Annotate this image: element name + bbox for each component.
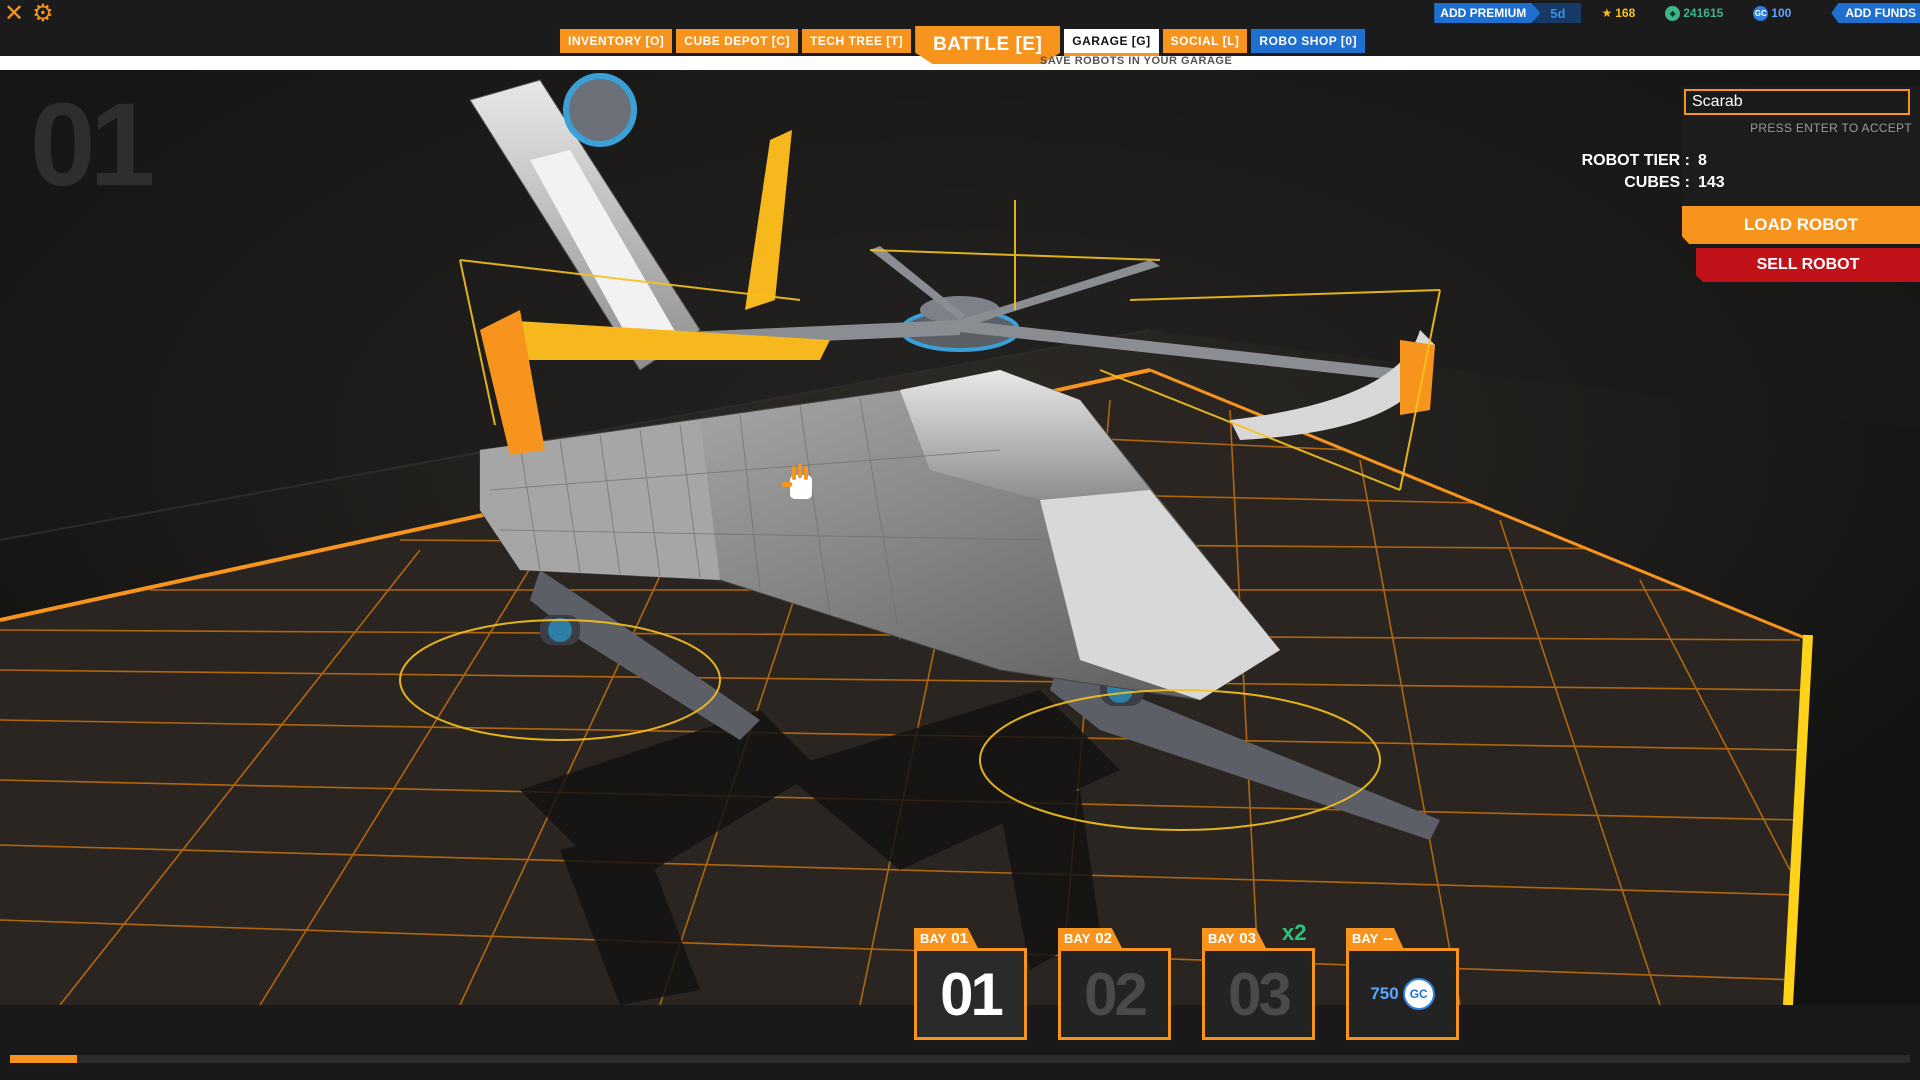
robot-tier-value: 8 — [1698, 152, 1707, 169]
bay-label-text: BAY — [1352, 930, 1379, 946]
bay-label: BAY 03 — [1202, 928, 1266, 948]
tab-inventory[interactable]: INVENTORY [O] — [560, 29, 673, 53]
progress-fill — [10, 1055, 77, 1063]
robot-cubes-label: CUBES : — [1624, 174, 1690, 191]
tab-cube-depot[interactable]: CUBE DEPOT [C] — [676, 29, 798, 53]
tab-garage[interactable]: GARAGE [G] — [1064, 29, 1159, 56]
add-funds-button[interactable]: ADD FUNDS — [1831, 3, 1920, 23]
credits-counter: ◆ 241615 — [1665, 5, 1724, 21]
close-icon[interactable]: ✕ — [4, 2, 24, 26]
bay-number: 01 — [940, 960, 1004, 1028]
robits-icon: ◆ — [1665, 5, 1681, 21]
tab-tech-tree[interactable]: TECH TREE [T] — [801, 29, 912, 53]
star-icon: ★ — [1601, 6, 1613, 20]
stars-value: 168 — [1615, 6, 1636, 20]
gear-icon[interactable]: ⚙ — [32, 2, 54, 26]
add-premium-button[interactable]: ADD PREMIUM — [1434, 3, 1541, 23]
sell-robot-button[interactable]: SELL ROBOT — [1696, 248, 1920, 282]
credits-value: 241615 — [1683, 6, 1724, 20]
load-robot-button[interactable]: LOAD ROBOT — [1682, 206, 1920, 244]
robot-cubes-row: CUBES : 143 — [1562, 174, 1725, 192]
bay-label-number: 03 — [1239, 929, 1256, 947]
tab-battle[interactable]: BATTLE [E] — [915, 26, 1061, 64]
bay-price: 750 GC — [1370, 978, 1435, 1010]
bay-label: BAY -- — [1346, 928, 1404, 948]
galaxy-coins-counter: GC 100 — [1753, 5, 1792, 21]
corner-icons: ✕ ⚙ — [4, 2, 54, 26]
bay-label-text: BAY — [1064, 930, 1091, 946]
bay-box: 02 — [1058, 948, 1171, 1040]
robot-tier-label: ROBOT TIER : — [1581, 152, 1690, 169]
bay-price-value: 750 — [1370, 984, 1399, 1003]
galaxy-coins-value: 100 — [1771, 6, 1792, 20]
bay-slot-03[interactable]: BAY 03 x2 03 — [1202, 920, 1315, 1040]
galaxy-coin-icon: GC — [1402, 978, 1435, 1010]
stars-counter: ★ 168 — [1601, 6, 1635, 20]
tab-social[interactable]: SOCIAL [L] — [1162, 29, 1248, 53]
bay-number: 02 — [1084, 960, 1148, 1028]
bay-label: BAY 02 — [1058, 928, 1122, 948]
progress-bar — [10, 1055, 1910, 1063]
bay-label-text: BAY — [920, 930, 947, 946]
currency-bar: ADD PREMIUM 5d ★ 168 ◆ 241615 GC 100 ADD… — [1434, 2, 1920, 24]
bay-slot-buy[interactable]: BAY -- 750 GC — [1346, 928, 1459, 1040]
galaxy-coin-icon: GC — [1753, 5, 1769, 21]
robot-name-hint: PRESS ENTER TO ACCEPT — [1750, 121, 1912, 135]
bay-box: 750 GC — [1346, 948, 1459, 1040]
premium-days-remaining: 5d — [1534, 3, 1582, 23]
bay-label-text: BAY — [1208, 930, 1235, 946]
bay-label-number: 01 — [951, 929, 968, 947]
bay-box: 01 — [914, 948, 1027, 1040]
bay-label-number: 02 — [1095, 929, 1112, 947]
garage-viewport[interactable] — [0, 70, 1920, 1005]
main-tabs: INVENTORY [O] CUBE DEPOT [C] TECH TREE [… — [560, 26, 1366, 64]
robot-tier-row: ROBOT TIER : 8 — [1562, 152, 1707, 170]
bay-slot-01[interactable]: BAY 01 01 — [914, 928, 1027, 1040]
robot-cubes-value: 143 — [1698, 174, 1725, 191]
active-tab-hint: SAVE ROBOTS IN YOUR GARAGE — [1040, 55, 1233, 67]
bay-label: BAY 01 — [914, 928, 978, 948]
bay-label-number: -- — [1383, 929, 1394, 947]
bay-slot-02[interactable]: BAY 02 02 — [1058, 928, 1171, 1040]
active-bay-watermark: 01 — [30, 79, 155, 211]
garage-scene-render — [0, 70, 1920, 1005]
bay-number: 03 — [1228, 960, 1292, 1028]
bay-multiplier-badge: x2 — [1282, 920, 1307, 945]
tab-robo-shop[interactable]: ROBO SHOP [0] — [1251, 29, 1366, 53]
bay-box: 03 — [1202, 948, 1315, 1040]
robot-name-input[interactable] — [1684, 89, 1910, 115]
